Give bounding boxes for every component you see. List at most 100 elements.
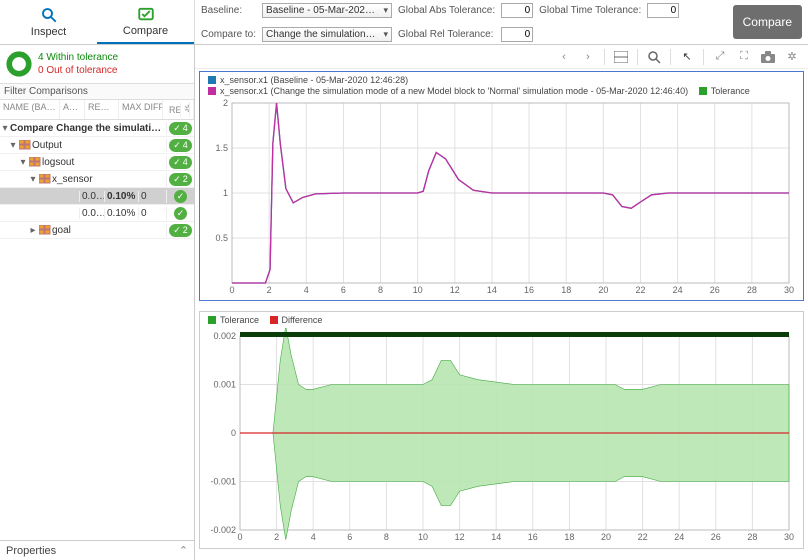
out-tolerance-text: 0 Out of tolerance (38, 64, 118, 77)
svg-text:16: 16 (524, 285, 534, 295)
tree-root[interactable]: ▾ Compare Change the simulation … 4 (0, 120, 194, 137)
signal-group-icon (28, 157, 42, 167)
svg-text:26: 26 (711, 532, 721, 542)
signal-group-icon (38, 174, 52, 184)
cursor-icon[interactable]: ↖ (679, 49, 695, 65)
greltol-input[interactable] (501, 27, 533, 42)
svg-text:28: 28 (747, 285, 757, 295)
camera-icon[interactable] (760, 49, 776, 65)
plot-toolbar: ‹ › ↖ ⤢ ⛶ ✲ (195, 45, 808, 69)
compareto-label: Compare to: (201, 29, 256, 40)
plot-svg: 024681012141618202224262830-0.002-0.0010… (200, 328, 795, 544)
plot-svg: 0246810121416182022242628300.511.52 (200, 99, 795, 297)
tree-logsout[interactable]: ▾ logsout 4 (0, 154, 194, 171)
nav-next-icon[interactable]: › (580, 49, 596, 65)
svg-text:2: 2 (267, 285, 272, 295)
svg-text:0.001: 0.001 (213, 380, 236, 390)
check-icon (174, 190, 187, 203)
svg-text:16: 16 (528, 532, 538, 542)
zoom-icon[interactable] (646, 49, 662, 65)
legend-swatch (208, 76, 216, 84)
result-badge: 4 (169, 156, 192, 169)
gear-icon[interactable]: ✲ (784, 49, 800, 65)
tab-compare[interactable]: Compare (97, 0, 194, 44)
svg-text:1.5: 1.5 (215, 143, 228, 153)
result-badge: 2 (169, 224, 192, 237)
toggle-icon[interactable]: ▸ (28, 225, 38, 236)
svg-text:22: 22 (638, 532, 648, 542)
svg-text:0.002: 0.002 (213, 331, 236, 341)
difference-chart[interactable]: Tolerance Difference 0246810121416182022… (199, 311, 804, 549)
compare-button[interactable]: Compare (733, 5, 802, 39)
summary: 4 Within tolerance 0 Out of tolerance (0, 45, 194, 83)
greltol-label: Global Rel Tolerance: (398, 29, 493, 40)
tab-strip: Inspect Compare (0, 0, 195, 44)
svg-text:2: 2 (274, 532, 279, 542)
compareto-select[interactable]: Change the simulation mode of a (262, 27, 392, 42)
svg-text:20: 20 (598, 285, 608, 295)
tab-inspect[interactable]: Inspect (0, 0, 97, 44)
tree-xsensor[interactable]: ▾ x_sensor 2 (0, 171, 194, 188)
svg-text:8: 8 (384, 532, 389, 542)
svg-text:10: 10 (418, 532, 428, 542)
within-tolerance-text: 4 Within tolerance (38, 51, 118, 64)
svg-text:18: 18 (561, 285, 571, 295)
properties-header[interactable]: Properties ⌃ (0, 540, 194, 560)
svg-text:0: 0 (237, 532, 242, 542)
legend-label: Difference (282, 315, 323, 325)
svg-text:-0.001: -0.001 (210, 477, 236, 487)
svg-text:24: 24 (673, 285, 683, 295)
svg-text:14: 14 (491, 532, 501, 542)
gtimetol-input[interactable] (647, 3, 679, 18)
svg-text:18: 18 (564, 532, 574, 542)
svg-text:30: 30 (784, 532, 794, 542)
main-panel: ‹ › ↖ ⤢ ⛶ ✲ x_sensor.x1 (Baseline - 05-M… (195, 45, 808, 560)
fit-icon[interactable]: ⤢ (712, 49, 728, 65)
tab-inspect-label: Inspect (31, 26, 66, 38)
tab-compare-label: Compare (123, 25, 168, 37)
toggle-icon[interactable]: ▾ (28, 174, 38, 185)
filter-label[interactable]: Filter Comparisons (0, 83, 194, 100)
toggle-icon[interactable]: ▾ (8, 140, 18, 151)
svg-text:20: 20 (601, 532, 611, 542)
col-abs[interactable]: A… (60, 100, 85, 119)
tree-output[interactable]: ▾ Output 4 (0, 137, 194, 154)
nav-prev-icon[interactable]: ‹ (556, 49, 572, 65)
svg-text:4: 4 (304, 285, 309, 295)
svg-text:6: 6 (341, 285, 346, 295)
toggle-icon[interactable]: ▾ (18, 157, 28, 168)
legend-label: x_sensor.x1 (Baseline - 05-Mar-2020 12:4… (220, 75, 408, 85)
comparison-tree: ▾ Compare Change the simulation … 4 ▾ Ou… (0, 120, 194, 540)
column-headers: NAME (BA… A… RE… MAX DIFF RESULT✲ (0, 100, 194, 120)
legend-label: Tolerance (220, 315, 259, 325)
gabstol-label: Global Abs Tolerance: (398, 5, 495, 16)
compare-icon (137, 5, 155, 23)
toggle-icon[interactable]: ▾ (0, 123, 10, 134)
svg-text:12: 12 (450, 285, 460, 295)
svg-text:-0.002: -0.002 (210, 525, 236, 535)
gabstol-input[interactable] (501, 3, 533, 18)
col-rel[interactable]: RE… (85, 100, 119, 119)
tree-signal-row[interactable]: 0.0… 0.10% 0 (0, 205, 194, 222)
legend-label: x_sensor.x1 (Change the simulation mode … (220, 86, 688, 96)
svg-text:12: 12 (455, 532, 465, 542)
signal-group-icon (18, 140, 32, 150)
svg-text:0.5: 0.5 (215, 233, 228, 243)
tree-goal[interactable]: ▸ goal 2 (0, 222, 194, 239)
col-name[interactable]: NAME (BA… (0, 100, 60, 119)
svg-text:0: 0 (231, 428, 236, 438)
gear-icon[interactable]: ✲ (181, 102, 190, 117)
tree-signal-row[interactable]: 0.0… 0.10% 0 (0, 188, 194, 205)
svg-text:1: 1 (223, 188, 228, 198)
col-max[interactable]: MAX DIFF (119, 100, 163, 119)
baseline-select[interactable]: Baseline - 05-Mar-2020 12:46:28 (262, 3, 392, 18)
svg-text:14: 14 (487, 285, 497, 295)
inspect-icon (40, 6, 58, 24)
legend-swatch (699, 87, 707, 95)
layout-icon[interactable] (613, 49, 629, 65)
signal-chart[interactable]: x_sensor.x1 (Baseline - 05-Mar-2020 12:4… (199, 71, 804, 301)
result-badge: 4 (169, 139, 192, 152)
legend-swatch (270, 316, 278, 324)
col-res[interactable]: RESULT✲ (163, 100, 194, 119)
expand-icon[interactable]: ⛶ (736, 49, 752, 65)
